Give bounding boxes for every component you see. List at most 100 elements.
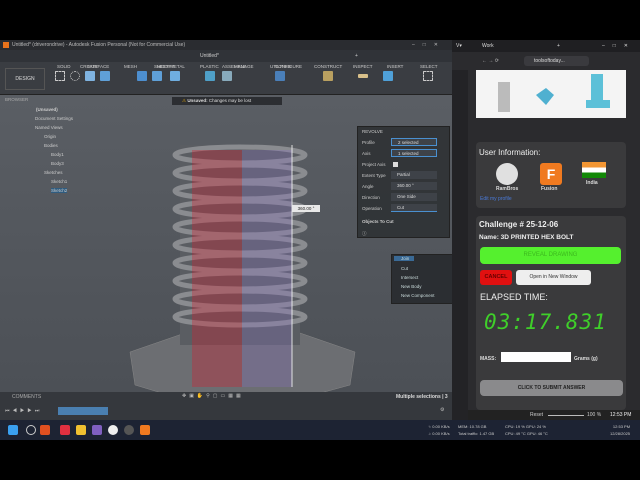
- tree-sketches[interactable]: Sketches: [44, 170, 63, 175]
- user-country: India: [586, 180, 598, 186]
- measure-icon[interactable]: [358, 74, 368, 78]
- tab-plastic[interactable]: PLASTIC: [200, 64, 219, 69]
- workspace-button[interactable]: DESIGN: [5, 68, 45, 90]
- side-panel-icons[interactable]: [452, 70, 468, 420]
- info-icon[interactable]: ⓘ: [362, 231, 367, 237]
- new-tab-button[interactable]: +: [557, 40, 560, 52]
- tree-origin[interactable]: Origin: [44, 134, 56, 139]
- selection-status: Multiple selections | 3: [396, 394, 448, 400]
- tree-sketch1[interactable]: Sketch1: [51, 179, 67, 184]
- unsaved-banner: ⚠ Unsaved: Changes may be lost: [172, 97, 282, 105]
- tree-root[interactable]: (Unsaved): [36, 107, 58, 112]
- add-tab-button[interactable]: +: [355, 50, 358, 62]
- window-controls[interactable]: –□✕: [412, 40, 446, 50]
- operation-label: Operation: [362, 206, 382, 211]
- fillet-icon[interactable]: [152, 71, 162, 81]
- new-component-icon[interactable]: [205, 71, 215, 81]
- profile-selector[interactable]: 2 selected: [391, 138, 437, 146]
- chrome-icon[interactable]: [124, 425, 134, 435]
- timeline-controls[interactable]: ⏮◀▶▶⏭: [5, 408, 42, 414]
- app-icon[interactable]: [92, 425, 102, 435]
- zoom-slider[interactable]: [548, 415, 584, 416]
- configure-menu[interactable]: CONFIGURE: [275, 64, 302, 69]
- option-new-body[interactable]: New Body: [401, 284, 422, 289]
- assemble-menu[interactable]: ASSEMBLE: [222, 64, 246, 69]
- comments-panel[interactable]: COMMENTS: [12, 394, 41, 400]
- india-flag-icon: [582, 162, 606, 178]
- objects-to-cut-section[interactable]: Objects To Cut: [362, 219, 394, 224]
- start-icon[interactable]: [8, 425, 18, 435]
- toolbar: DESIGN SOLID SURFACE MESH SHEET METAL PL…: [0, 62, 452, 95]
- brave-icon[interactable]: [40, 425, 50, 435]
- drawing-thumbnail[interactable]: [476, 70, 626, 118]
- joint-icon[interactable]: [222, 71, 232, 81]
- warning-icon: ⚠: [182, 98, 187, 103]
- option-intersect[interactable]: Intersect: [401, 275, 418, 280]
- select-menu[interactable]: SELECT: [420, 64, 438, 69]
- edit-profile-link[interactable]: Edit my profile: [480, 196, 512, 202]
- inspect-menu[interactable]: INSPECT: [353, 64, 373, 69]
- fusion-taskbar-icon[interactable]: [140, 425, 150, 435]
- vivaldi-icon[interactable]: [60, 425, 70, 435]
- tab-solid[interactable]: SOLID: [57, 64, 71, 69]
- shell-icon[interactable]: [170, 71, 180, 81]
- section-profile: [192, 150, 242, 387]
- sketch-circle-icon[interactable]: [70, 71, 80, 81]
- construct-menu[interactable]: CONSTRUCT: [314, 64, 342, 69]
- fusion-logo-icon: [3, 42, 9, 48]
- navigation-toolbar[interactable]: ✥▣✋⚲▢▭▦▦: [182, 393, 244, 399]
- vivaldi-menu-icon[interactable]: V▾: [456, 40, 462, 52]
- angle-input[interactable]: 360.00 °: [391, 182, 437, 190]
- project-axis-checkbox[interactable]: [393, 162, 398, 167]
- address-bar[interactable]: toolsoftoday...: [524, 56, 589, 66]
- timeline[interactable]: [58, 407, 108, 415]
- press-pull-icon[interactable]: [137, 71, 147, 81]
- direction-label: Direction: [362, 195, 380, 200]
- extent-type-select[interactable]: Partial: [391, 171, 437, 179]
- option-cut[interactable]: Cut: [401, 266, 408, 271]
- select-icon[interactable]: [423, 71, 433, 81]
- reveal-drawing-button[interactable]: REVEAL DRAWING: [480, 247, 621, 264]
- zoom-reset[interactable]: Reset: [530, 410, 543, 420]
- modify-menu[interactable]: MODIFY: [157, 64, 175, 69]
- search-icon[interactable]: [26, 425, 36, 435]
- sketch-icon[interactable]: [55, 71, 65, 81]
- direction-select[interactable]: One Side: [391, 193, 437, 201]
- option-join[interactable]: Join: [394, 256, 414, 261]
- configure-icon[interactable]: [275, 71, 285, 81]
- settings-gear-icon[interactable]: ⚙: [440, 407, 444, 413]
- revolve-icon[interactable]: [85, 71, 95, 81]
- tree-body3[interactable]: Body3: [51, 161, 64, 166]
- window-controls[interactable]: –□✕: [602, 40, 636, 52]
- obs-icon[interactable]: [108, 425, 118, 435]
- tree-sketch2[interactable]: Sketch2: [51, 188, 68, 193]
- tab-mesh[interactable]: MESH: [124, 64, 137, 69]
- document-tab[interactable]: Untitled*: [200, 50, 219, 62]
- back-forward-reload[interactable]: ← → ⟳: [482, 52, 499, 70]
- cancel-button[interactable]: CANCEL: [480, 270, 512, 285]
- tree-document-settings[interactable]: Document Settings: [35, 116, 73, 121]
- open-new-window-button[interactable]: Open in New Window: [516, 270, 591, 285]
- option-new-component[interactable]: New Component: [401, 293, 435, 298]
- create-menu[interactable]: CREATE: [80, 64, 98, 69]
- system-clock[interactable]: 12:53 PM 12/28/2025: [610, 423, 630, 437]
- extrude-icon[interactable]: [100, 71, 110, 81]
- taskbar: ↑: 0.00 KB/s ↓: 0.00 KB/s MEM: 10.78 GB To…: [0, 420, 640, 440]
- insert-icon[interactable]: [383, 71, 393, 81]
- user-software: Fusion: [541, 186, 558, 192]
- file-explorer-icon[interactable]: [76, 425, 86, 435]
- axis-selector[interactable]: 1 selected: [391, 149, 437, 157]
- user-info-card: User Information: RamBros F Fusion India…: [476, 142, 626, 208]
- operation-select[interactable]: Cut: [391, 204, 437, 212]
- tree-body1[interactable]: Body1: [51, 152, 64, 157]
- tree-bodies[interactable]: Bodies: [44, 143, 58, 148]
- browser-tab-bar: V▾ Work + –□✕: [452, 40, 640, 52]
- cpu-stats: CPU: 19 % GPU: 24 % CPU: 49 °C GPU: 46 °C: [505, 424, 548, 436]
- workspace-selector[interactable]: Work: [482, 40, 494, 52]
- insert-menu[interactable]: INSERT: [387, 64, 403, 69]
- submit-answer-button[interactable]: CLICK TO SUBMIT ANSWER: [480, 380, 623, 396]
- angle-dimension-input[interactable]: 360.00 °: [292, 205, 320, 212]
- plane-icon[interactable]: [323, 71, 333, 81]
- tree-named-views[interactable]: Named Views: [35, 125, 63, 130]
- mass-input[interactable]: [501, 352, 571, 362]
